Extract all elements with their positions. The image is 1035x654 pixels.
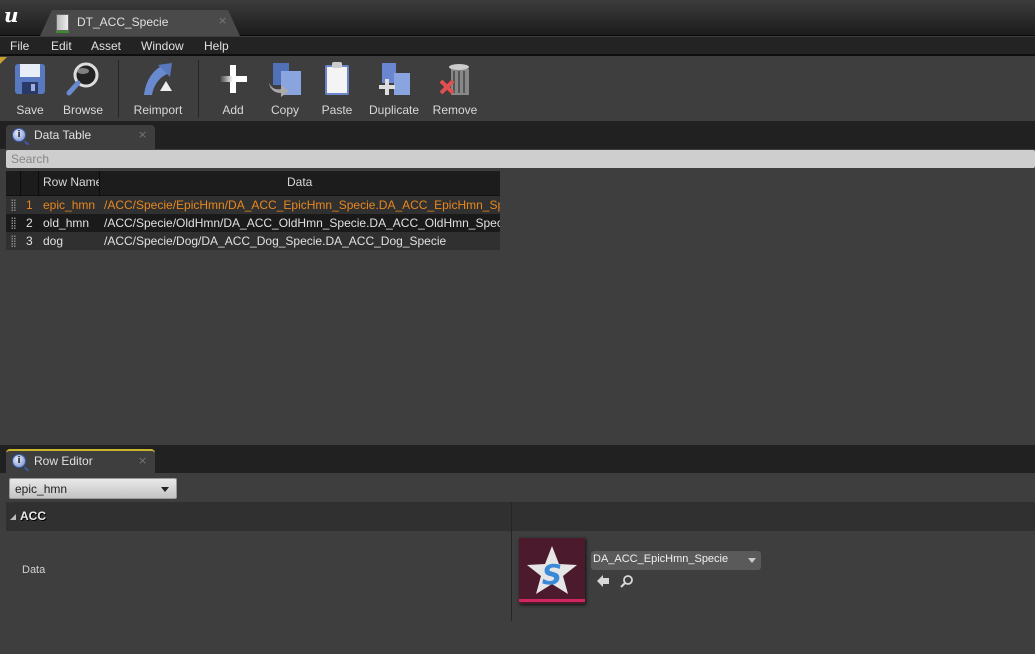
reimport-button[interactable]: Reimport — [130, 61, 186, 117]
search-input[interactable] — [6, 150, 1035, 168]
category-label: ACC — [20, 509, 46, 523]
copy-label: Copy — [270, 103, 299, 117]
floppy-disk-icon — [12, 61, 48, 97]
menu-help[interactable]: Help — [204, 39, 229, 53]
column-divider — [20, 171, 21, 196]
close-icon[interactable]: × — [218, 14, 227, 27]
browse-label: Browse — [62, 103, 103, 117]
asset-picker-value: DA_ACC_EpicHmn_Specie — [593, 553, 729, 565]
chevron-down-icon — [748, 558, 756, 563]
property-column-splitter[interactable] — [511, 502, 512, 621]
toolbar-corner-marker — [0, 57, 7, 64]
use-selected-asset-button[interactable] — [596, 574, 610, 588]
column-divider[interactable] — [99, 171, 100, 196]
paste-label: Paste — [321, 103, 353, 117]
toolbar-separator — [198, 60, 199, 118]
data-table: Row Name Data 1 epic_hmn /ACC/Specie/Epi… — [6, 171, 500, 250]
menu-file[interactable]: File — [10, 39, 29, 53]
row-data: /ACC/Specie/EpicHmn/DA_ACC_EpicHmn_Speci… — [104, 198, 500, 212]
expand-triangle-icon[interactable] — [10, 514, 16, 520]
drag-handle-icon[interactable] — [11, 217, 16, 229]
add-button[interactable]: Add — [214, 61, 252, 117]
magnifier-icon — [65, 61, 101, 97]
search-field[interactable] — [6, 150, 1035, 168]
column-divider[interactable] — [38, 171, 39, 196]
plus-icon — [215, 61, 251, 97]
property-label-data: Data — [22, 564, 46, 576]
row-number: 2 — [26, 216, 33, 230]
thumbnail-letter: S — [542, 558, 562, 591]
reimport-label: Reimport — [133, 103, 183, 117]
save-button[interactable]: Save — [10, 61, 50, 117]
row-editor-tabbar: i Row Editor × — [0, 445, 1035, 473]
row-name: old_hmn — [43, 216, 90, 230]
reimport-arrow-icon — [140, 61, 176, 97]
close-icon[interactable]: × — [138, 454, 147, 467]
save-label: Save — [16, 103, 44, 117]
arrow-left-icon — [597, 575, 609, 587]
trash-remove-icon — [437, 61, 473, 97]
menu-edit[interactable]: Edit — [51, 39, 72, 53]
remove-button[interactable]: Remove — [430, 61, 480, 117]
star-s-icon: S — [527, 546, 577, 594]
asset-thumbnail[interactable]: S — [519, 538, 585, 604]
unreal-logo-icon[interactable]: u — [4, 4, 26, 26]
clipboard-icon — [319, 61, 355, 97]
table-row[interactable]: 3 dog /ACC/Specie/Dog/DA_ACC_Dog_Specie.… — [6, 232, 500, 250]
column-header-row-name[interactable]: Row Name — [43, 175, 99, 189]
menu-bar: File Edit Asset Window Help — [0, 37, 1035, 56]
duplicate-button[interactable]: Duplicate — [366, 61, 422, 117]
info-icon: i — [12, 454, 26, 468]
data-table-asset-icon — [56, 14, 69, 33]
row-select-dropdown[interactable]: epic_hmn — [9, 478, 177, 499]
tab-row-editor-label: Row Editor — [34, 454, 93, 468]
tab-data-table[interactable]: i Data Table × — [6, 125, 155, 149]
document-tab-label: DT_ACC_Specie — [77, 15, 169, 29]
search-icon — [620, 575, 633, 588]
row-name: dog — [43, 234, 64, 248]
asset-picker-dropdown[interactable]: DA_ACC_EpicHmn_Specie — [591, 551, 761, 570]
asset-type-color-bar — [519, 599, 585, 602]
column-header-data[interactable]: Data — [287, 175, 312, 189]
browse-asset-button[interactable] — [620, 574, 634, 588]
paste-button[interactable]: Paste — [318, 61, 356, 117]
toolbar-separator — [118, 60, 119, 118]
row-number: 3 — [26, 234, 33, 248]
document-tab[interactable]: DT_ACC_Specie × — [40, 10, 240, 36]
chevron-down-icon — [161, 487, 169, 492]
menu-window[interactable]: Window — [141, 39, 184, 53]
tab-row-editor[interactable]: i Row Editor × — [6, 449, 155, 473]
close-icon[interactable]: × — [138, 128, 147, 141]
data-table-tabbar: i Data Table × — [0, 121, 1035, 149]
table-row[interactable]: 2 old_hmn /ACC/Specie/OldHmn/DA_ACC_OldH… — [6, 214, 500, 232]
info-icon: i — [12, 128, 26, 142]
tab-data-table-label: Data Table — [34, 128, 92, 142]
copy-button[interactable]: Copy — [264, 61, 306, 117]
row-name: epic_hmn — [43, 198, 96, 212]
toolbar: Save Browse Reimport Add Copy Paste Dupl… — [0, 57, 1035, 120]
title-bar: u DT_ACC_Specie × — [0, 0, 1035, 36]
table-header: Row Name Data — [6, 171, 500, 196]
drag-handle-icon[interactable] — [11, 235, 16, 247]
table-row[interactable]: 1 epic_hmn /ACC/Specie/EpicHmn/DA_ACC_Ep… — [6, 196, 500, 214]
row-data: /ACC/Specie/OldHmn/DA_ACC_OldHmn_Specie.… — [104, 216, 500, 230]
copy-icon — [267, 61, 303, 97]
browse-button[interactable]: Browse — [60, 61, 106, 117]
duplicate-icon — [376, 61, 412, 97]
row-number: 1 — [26, 198, 33, 212]
duplicate-label: Duplicate — [368, 103, 420, 117]
category-header-acc[interactable]: ACC — [6, 502, 1035, 531]
drag-handle-icon[interactable] — [11, 199, 16, 211]
remove-label: Remove — [432, 103, 478, 117]
add-label: Add — [222, 103, 244, 117]
menu-asset[interactable]: Asset — [91, 39, 121, 53]
row-data: /ACC/Specie/Dog/DA_ACC_Dog_Specie.DA_ACC… — [104, 234, 447, 248]
row-select-value: epic_hmn — [15, 482, 68, 496]
